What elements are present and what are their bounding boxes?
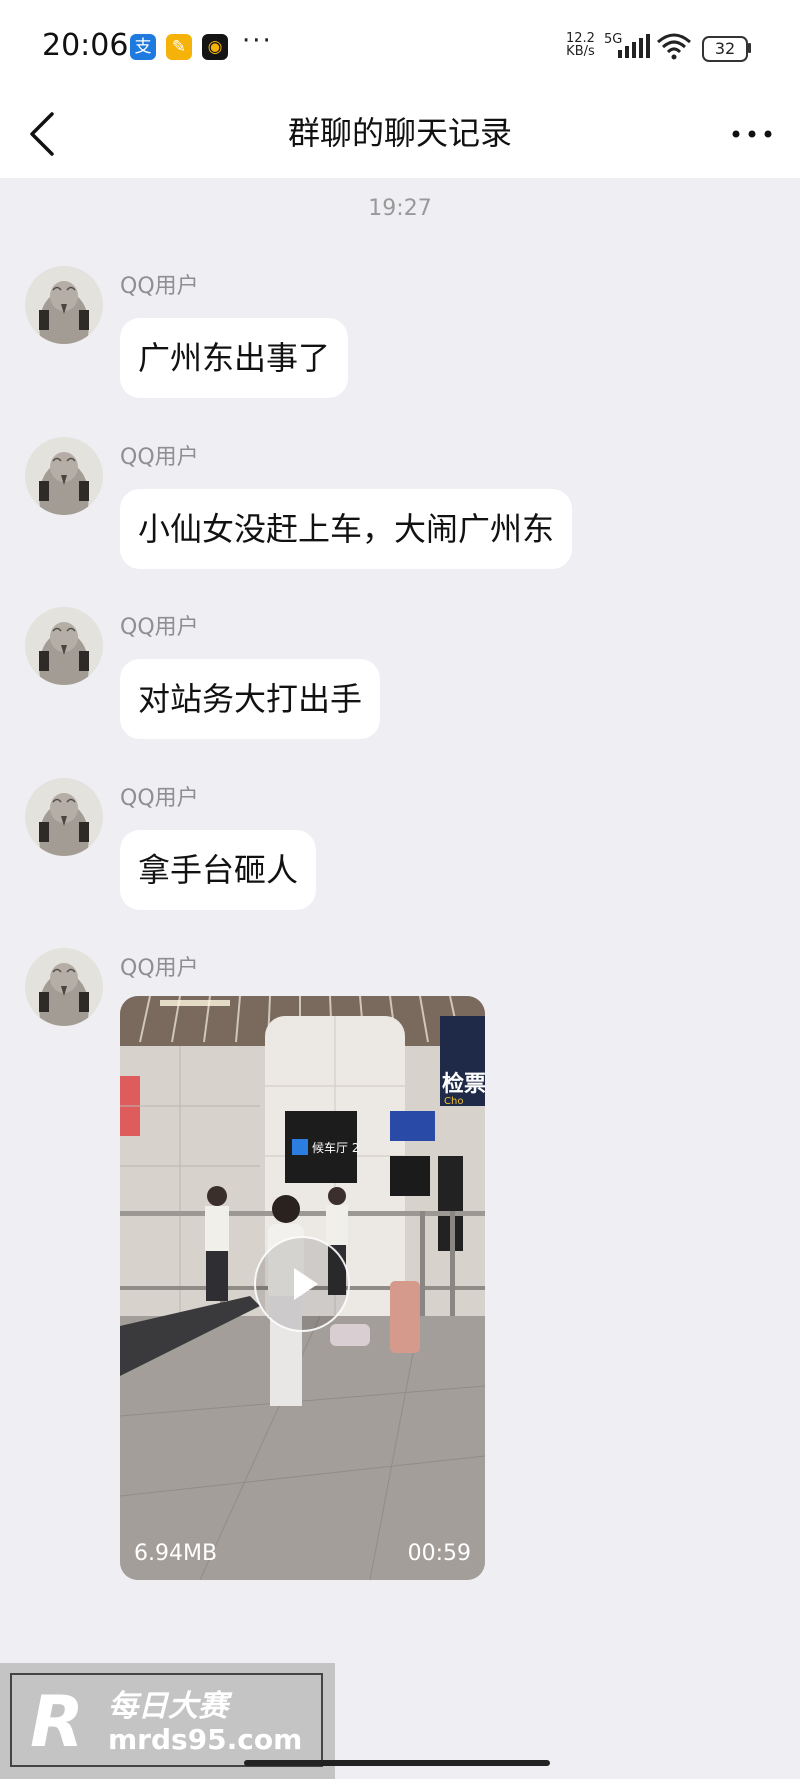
sender-name: QQ用户 [120, 786, 199, 811]
watermark-brand: 每日大赛 [108, 1689, 228, 1724]
battery-level: 32 [714, 39, 736, 58]
play-button[interactable] [254, 1236, 350, 1332]
network-speed-unit: KB/s [566, 44, 595, 59]
watermark-url: mrds95.com [108, 1723, 303, 1756]
message-bubble[interactable]: 对站务大打出手 [120, 659, 381, 739]
network-speed: 12.2 KB/s [566, 32, 595, 58]
signal-icon [618, 34, 650, 58]
avatar[interactable] [25, 948, 103, 1026]
idea-app-icon: ◉ [202, 34, 228, 60]
message-bubble[interactable]: 小仙女没赶上车，大闹广州东 [120, 489, 573, 569]
message-bubble[interactable]: 广州东出事了 [120, 318, 349, 398]
check-sign-sub: Cho [444, 1096, 463, 1107]
notes-app-icon: ✎ [166, 34, 192, 60]
pigeon-avatar-icon [25, 266, 103, 344]
play-icon [294, 1268, 318, 1300]
video-file-size: 6.94MB [134, 1541, 218, 1566]
status-time: 20:06 [42, 28, 129, 63]
sender-name: QQ用户 [120, 956, 199, 981]
watermark-frame: R 每日大赛 mrds95.com [10, 1673, 323, 1767]
pigeon-avatar-icon [25, 437, 103, 515]
pigeon-avatar-icon [25, 948, 103, 1026]
avatar[interactable] [25, 778, 103, 856]
alipay-icon: 支 [130, 34, 156, 60]
more-button[interactable] [730, 120, 774, 148]
more-options-icon [732, 130, 772, 138]
watermark-logo: R [30, 1681, 84, 1763]
status-bar: 20:06 支 ✎ ◉ ··· 12.2 KB/s 5G 32 [0, 0, 800, 90]
avatar[interactable] [25, 607, 103, 685]
message-timestamp: 19:27 [368, 196, 432, 221]
message-bubble[interactable]: 拿手台砸人 [120, 830, 317, 910]
battery-icon: 32 [702, 36, 748, 62]
pigeon-avatar-icon [25, 778, 103, 856]
status-more-icon: ··· [242, 26, 273, 56]
avatar[interactable] [25, 266, 103, 344]
battery-tip [748, 43, 751, 53]
sender-name: QQ用户 [120, 445, 199, 470]
sender-name: QQ用户 [120, 615, 199, 640]
check-sign-text: 检票 [442, 1071, 485, 1097]
gate-sign-text: 候车厅 2 [312, 1140, 359, 1155]
video-duration: 00:59 [407, 1541, 471, 1566]
wifi-icon [657, 33, 691, 60]
home-indicator[interactable] [244, 1760, 550, 1766]
chat-header: 群聊的聊天记录 [0, 90, 800, 178]
sender-name: QQ用户 [120, 274, 199, 299]
pigeon-avatar-icon [25, 607, 103, 685]
avatar[interactable] [25, 437, 103, 515]
page-title: 群聊的聊天记录 [287, 114, 512, 152]
video-message[interactable]: 候车厅 2 检票 Cho 6.94MB 00:59 [120, 996, 485, 1580]
